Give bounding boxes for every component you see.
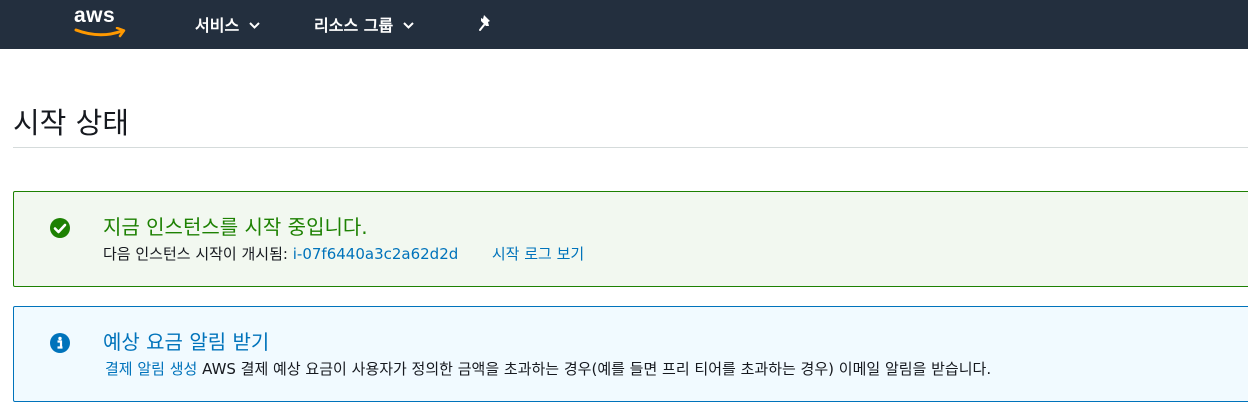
chevron-down-icon — [403, 22, 414, 29]
view-launch-log-link[interactable]: 시작 로그 보기 — [492, 245, 584, 263]
success-alert-title: 지금 인스턴스를 시작 중입니다. — [103, 215, 368, 239]
billing-alert-description: AWS 결제 예상 요금이 사용자가 정의한 금액을 초과하는 경우(예를 들면… — [202, 360, 992, 378]
aws-logo[interactable]: aws — [74, 4, 130, 40]
pin-icon[interactable] — [478, 14, 495, 32]
create-billing-alert-link[interactable]: 결제 알림 생성 — [105, 360, 197, 378]
aws-smile-icon — [74, 27, 126, 38]
title-divider — [13, 147, 1248, 148]
instance-id-link[interactable]: i-07f6440a3c2a62d2d — [293, 245, 459, 263]
check-circle-icon — [50, 218, 70, 238]
chevron-down-icon — [249, 22, 260, 29]
top-navigation-bar: aws 서비스 리소스 그룹 — [0, 0, 1248, 49]
launch-success-alert: 지금 인스턴스를 시작 중입니다. 다음 인스턴스 시작이 개시됨: i-07f… — [13, 191, 1248, 287]
services-menu-label: 서비스 — [195, 16, 240, 35]
info-alert-body: 결제 알림 생성 AWS 결제 예상 요금이 사용자가 정의한 금액을 초과하는… — [105, 358, 991, 379]
page-title: 시작 상태 — [13, 106, 129, 140]
success-alert-body: 다음 인스턴스 시작이 개시됨: i-07f6440a3c2a62d2d 시작 … — [103, 243, 584, 264]
info-alert-title: 예상 요금 알림 받기 — [103, 330, 270, 354]
resource-groups-menu[interactable]: 리소스 그룹 — [314, 12, 414, 36]
info-circle-icon — [50, 333, 70, 353]
services-menu[interactable]: 서비스 — [195, 12, 260, 36]
instance-launch-text: 다음 인스턴스 시작이 개시됨: — [103, 245, 288, 263]
billing-alert-info: 예상 요금 알림 받기 결제 알림 생성 AWS 결제 예상 요금이 사용자가 … — [13, 306, 1248, 402]
aws-logo-text: aws — [74, 4, 116, 27]
resource-groups-menu-label: 리소스 그룹 — [314, 16, 394, 35]
